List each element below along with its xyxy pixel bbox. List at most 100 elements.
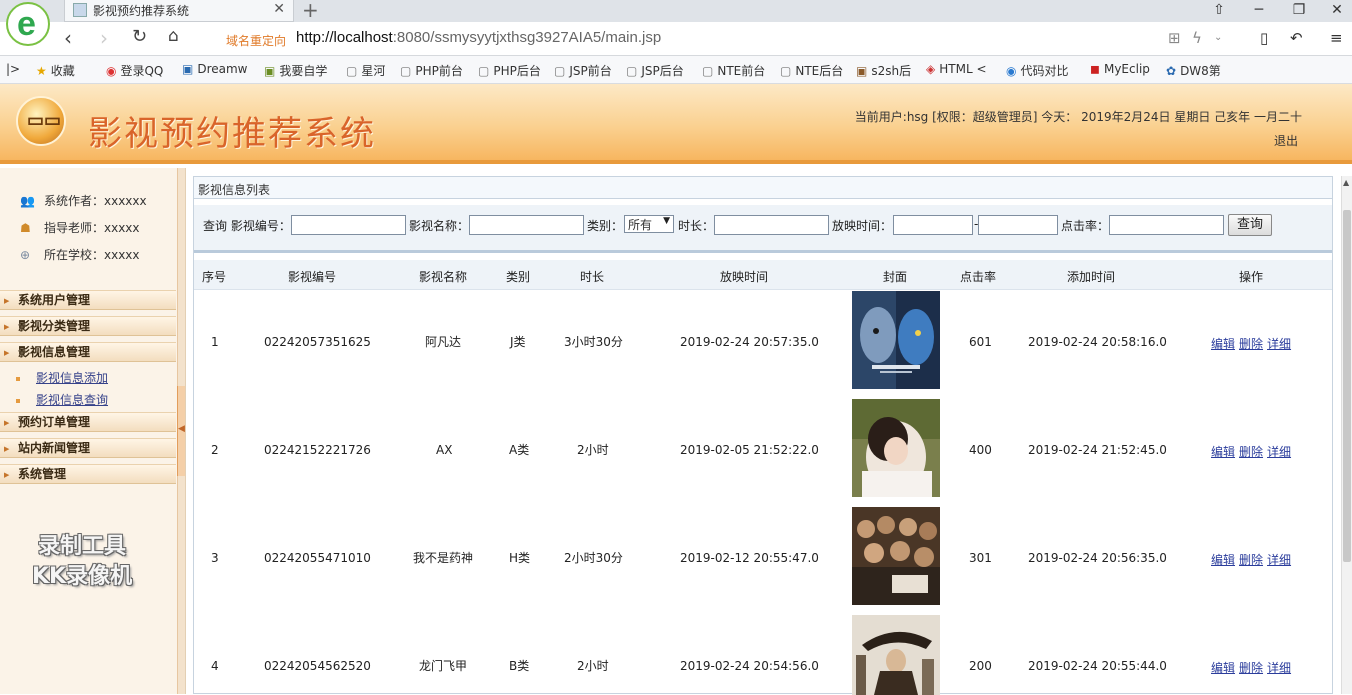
url-field[interactable]: http://localhost:8080/ssmysyytjxthsg3927… [296,29,661,46]
bookmarks-bar: |> ★ 收藏 ◉ 登录QQ ▣ Dreamw ▣ 我要自学 ▢ 星河 ▢ PHP前台 ▢ P… [0,56,1352,84]
reload-icon[interactable]: ↻ [132,26,147,47]
bookmark-label: PHP后台 [493,64,541,78]
bookmark-nte-back[interactable]: ▢ NTE后台 [780,62,843,79]
cell-clicks: 400 [969,443,992,457]
cell-added: 2019-02-24 21:52:45.0 [1028,443,1167,457]
menu-category-management[interactable]: 影视分类管理 [0,316,176,336]
bookmark-learn[interactable]: ▣ 我要自学 [264,62,327,79]
showtime-start-input[interactable] [893,215,973,235]
cell-added: 2019-02-24 20:55:44.0 [1028,659,1167,673]
minimize-icon[interactable]: ─ [1244,0,1274,22]
tab-close-icon[interactable]: ✕ [273,1,285,17]
cell-name: 龙门飞甲 [419,659,468,673]
chevron-down-icon[interactable]: ⌄ [1214,32,1222,43]
logout-link[interactable]: 退出 [1274,132,1298,149]
bookmark-php-front[interactable]: ▢ PHP前台 [400,62,463,79]
bookmark-dw8[interactable]: ✿ DW8第 [1166,62,1221,79]
bookmark-label: JSP后台 [641,64,684,78]
close-window-icon[interactable]: ✕ [1322,0,1352,22]
delete-link[interactable]: 删除 [1239,553,1263,567]
menu-user-management[interactable]: 系统用户管理 [0,290,176,310]
edit-link[interactable]: 编辑 [1211,337,1235,351]
bookmark-jsp-front[interactable]: ▢ JSP前台 [554,62,612,79]
edit-link[interactable]: 编辑 [1211,445,1235,459]
scroll-thumb[interactable] [1343,210,1351,562]
table-row: 4 02242054562520 龙门飞甲 B类 2小时 2019-02-24 … [194,615,1332,695]
delete-link[interactable]: 删除 [1239,661,1263,675]
scroll-up-icon[interactable]: ▲ [1343,178,1349,187]
sidebar-collapse-handle[interactable]: ◀ [177,386,185,476]
category-label: 类别： [587,219,624,233]
restore-icon[interactable]: ❐ [1284,0,1314,22]
search-button[interactable]: 查询 [1228,214,1272,236]
table-row: 2 02242152221726 AX A类 2小时 2019-02-05 21… [194,399,1332,507]
forward-icon[interactable]: › [100,26,108,50]
bookmark-nte-front[interactable]: ▢ NTE前台 [702,62,765,79]
bookmark-label: 收藏 [50,64,75,78]
lightning-icon[interactable]: ϟ [1192,29,1202,47]
cover-image [852,615,940,695]
bookmark-xinghe[interactable]: ▢ 星河 [346,62,385,79]
menu-movie-query[interactable]: 影视信息查询 [16,391,108,408]
cell-showtime: 2019-02-05 21:52:22.0 [680,443,819,457]
col-ops: 操作 [1239,270,1264,284]
school-info: ⊕ 所在学校：xxxxx [20,246,140,263]
school-text: 所在学校：xxxxx [44,248,140,262]
code-input[interactable] [291,215,406,235]
menu-movie-add[interactable]: 影视信息添加 [16,369,108,386]
detail-link[interactable]: 详细 [1267,337,1291,351]
undo-icon[interactable]: ↶ [1290,29,1303,47]
bookmark-favorites[interactable]: ★ 收藏 [36,62,75,79]
dropdown-arrow-icon: ▼ [663,216,670,226]
main-panel: 影视信息列表 查询 影视编号： 影视名称： 类别： 所有 ▼ 时长： 放映时间： … [193,176,1333,695]
col-cover: 封面 [883,270,908,284]
grid-icon[interactable]: ⊞ [1168,29,1181,47]
detail-link[interactable]: 详细 [1267,445,1291,459]
row-actions: 编辑 删除 详细 [1211,551,1295,568]
cell-code: 02242054562520 [264,659,371,673]
detail-link[interactable]: 详细 [1267,661,1291,675]
sidebar-toggle-icon[interactable]: |> [6,62,20,76]
delete-link[interactable]: 删除 [1239,445,1263,459]
back-icon[interactable]: ‹ [64,26,72,50]
bookmark-myeclipse[interactable]: ◼ MyEclip [1090,62,1150,76]
bookmark-jsp-back[interactable]: ▢ JSP后台 [626,62,684,79]
duration-input[interactable] [714,215,829,235]
home-icon[interactable]: ⌂ [168,26,179,46]
pin-icon[interactable]: ⇧ [1204,0,1234,22]
delete-link[interactable]: 删除 [1239,337,1263,351]
edit-link[interactable]: 编辑 [1211,661,1235,675]
new-tab-icon[interactable]: + [302,0,319,22]
showtime-end-input[interactable] [978,215,1058,235]
reader-icon[interactable]: ▯ [1260,29,1268,47]
col-added: 添加时间 [1067,270,1116,284]
cell-added: 2019-02-24 20:56:35.0 [1028,551,1167,565]
clicks-input[interactable] [1109,215,1224,235]
cell-category: B类 [509,659,530,673]
menu-news-management[interactable]: 站内新闻管理 [0,438,176,458]
edit-link[interactable]: 编辑 [1211,553,1235,567]
menu-movie-management[interactable]: 影视信息管理 [0,342,176,362]
bookmark-label: 我要自学 [279,64,328,78]
cell-no: 3 [211,551,219,565]
cell-no: 2 [211,443,219,457]
vertical-scrollbar[interactable]: ▲ [1341,176,1352,694]
table-header: 序号 影视编号 影视名称 类别 时长 放映时间 封面 点击率 添加时间 操作 [194,260,1332,290]
category-select[interactable]: 所有 ▼ [624,215,674,233]
menu-system-management[interactable]: 系统管理 [0,464,176,484]
bookmark-s2sh[interactable]: ▣ s2sh后 [856,62,911,79]
cell-name: 阿凡达 [425,335,462,349]
name-input[interactable] [469,215,584,235]
browser-tab[interactable]: 影视预约推荐系统 ✕ [64,0,294,22]
bookmark-label: NTE后台 [795,64,844,78]
panel-title: 影视信息列表 [194,177,1332,199]
redirect-label[interactable]: 域名重定向 [226,32,286,49]
bookmark-php-back[interactable]: ▢ PHP后台 [478,62,541,79]
bookmark-diff[interactable]: ◉ 代码对比 [1006,62,1069,79]
menu-icon[interactable]: ≡ [1330,29,1343,47]
detail-link[interactable]: 详细 [1267,553,1291,567]
menu-order-management[interactable]: 预约订单管理 [0,412,176,432]
bookmark-dreamweaver[interactable]: ▣ Dreamw [182,62,248,76]
bookmark-qq[interactable]: ◉ 登录QQ [106,62,163,79]
bookmark-html[interactable]: ◈ HTML < [926,62,987,76]
